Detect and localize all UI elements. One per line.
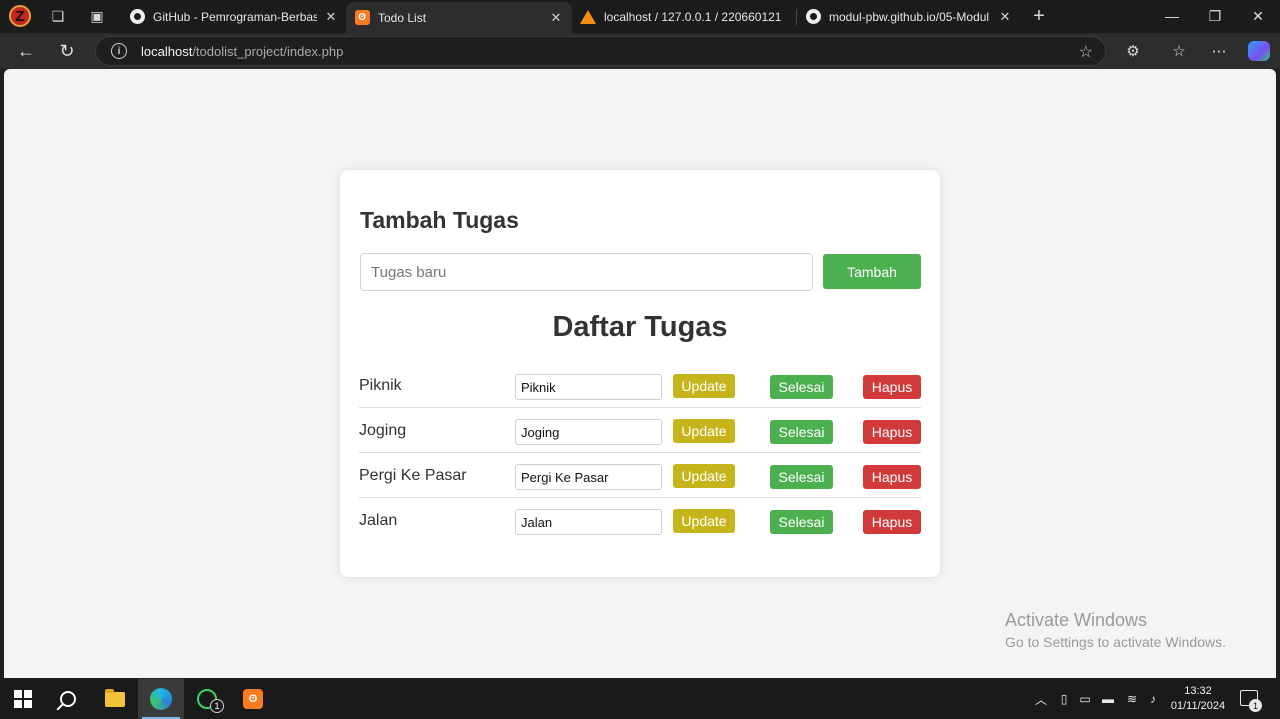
task-list-heading: Daftar Tugas	[552, 311, 728, 343]
close-icon[interactable]: ✕	[997, 9, 1013, 25]
watermark-title: Activate Windows	[1005, 610, 1148, 630]
minimize-button[interactable]: —	[1150, 0, 1194, 32]
add-task-button[interactable]: Tambah	[823, 254, 921, 289]
complete-button[interactable]: Selesai	[770, 375, 833, 399]
edge-icon	[150, 688, 172, 710]
github-icon	[805, 9, 821, 25]
task-list: Piknik Update Selesai Hapus Joging Updat…	[359, 363, 921, 543]
complete-button[interactable]: Selesai	[770, 420, 833, 444]
xampp-icon: ʘ	[243, 689, 263, 709]
tab-title: modul-pbw.github.io/05-Modul P	[829, 9, 991, 24]
more-menu-icon[interactable]: ⋯	[1208, 40, 1230, 62]
new-tab-button[interactable]: +	[1029, 5, 1049, 27]
browser-toolbar: ← ↻ i localhost/todolist_project/index.p…	[0, 33, 1280, 69]
display-icon[interactable]: ▭	[1077, 691, 1093, 707]
task-row: Piknik Update Selesai Hapus	[359, 363, 921, 408]
wifi-icon[interactable]: ≋	[1124, 691, 1140, 707]
task-row: Jalan Update Selesai Hapus	[359, 498, 921, 543]
edge-button[interactable]	[138, 679, 184, 719]
close-icon[interactable]: ✕	[548, 10, 564, 26]
clock-date: 01/11/2024	[1170, 700, 1226, 712]
volume-icon[interactable]: ♪	[1145, 691, 1161, 707]
task-row: Joging Update Selesai Hapus	[359, 408, 921, 453]
search-button[interactable]	[45, 679, 91, 719]
profile-z-icon[interactable]: Z	[9, 5, 31, 27]
task-edit-input[interactable]	[515, 374, 662, 400]
task-name: Joging	[359, 422, 407, 439]
file-explorer-button[interactable]	[92, 679, 138, 719]
page-viewport: Tambah Tugas Tambah Daftar Tugas Piknik …	[4, 69, 1276, 678]
tab-modul-pbw[interactable]: modul-pbw.github.io/05-Modul P ✕	[797, 2, 1021, 31]
github-icon	[129, 9, 145, 25]
device-icon[interactable]: ▯	[1056, 691, 1072, 707]
complete-button[interactable]: Selesai	[770, 465, 833, 489]
tab-todo-list[interactable]: ʘ Todo List ✕	[346, 2, 572, 33]
delete-button[interactable]: Hapus	[863, 465, 921, 489]
windows-taskbar: 1 ʘ ︿ ▯ ▭ ▬ ≋ ♪ 13:32 01/11/2024 1	[0, 679, 1280, 719]
xampp-button[interactable]: ʘ	[230, 679, 276, 719]
refresh-icon[interactable]: ↻	[54, 39, 80, 63]
task-row: Pergi Ke Pasar Update Selesai Hapus	[359, 453, 921, 498]
add-task-heading: Tambah Tugas	[360, 207, 519, 233]
task-edit-input[interactable]	[515, 419, 662, 445]
back-arrow-icon[interactable]: ←	[13, 39, 39, 63]
tab-title: Todo List	[378, 10, 427, 25]
tab-actions-icon[interactable]: ▣	[87, 6, 107, 26]
tab-github[interactable]: GitHub - Pemrograman-Berbasis- ✕	[121, 2, 347, 31]
tab-phpmyadmin[interactable]: localhost / 127.0.0.1 / 220660121	[572, 2, 796, 31]
phpmyadmin-icon	[580, 9, 596, 25]
update-button[interactable]: Update	[673, 374, 735, 398]
windows-logo-icon	[14, 690, 32, 708]
delete-button[interactable]: Hapus	[863, 420, 921, 444]
system-clock[interactable]: 13:32 01/11/2024	[1162, 684, 1234, 714]
clock-time: 13:32	[1184, 685, 1212, 697]
workspaces-icon[interactable]: ❏	[48, 6, 68, 26]
tab-strip: Z ❏ ▣ GitHub - Pemrograman-Berbasis- ✕ ʘ…	[0, 0, 1280, 33]
new-task-input[interactable]	[360, 253, 813, 291]
task-edit-input[interactable]	[515, 464, 662, 490]
folder-icon	[105, 688, 125, 707]
favorite-star-icon[interactable]: ☆	[1079, 42, 1093, 62]
battery-icon[interactable]: ▬	[1100, 691, 1116, 707]
tab-title: GitHub - Pemrograman-Berbasis-	[153, 9, 317, 24]
activate-windows-watermark: Activate Windows Go to Settings to activ…	[1005, 610, 1226, 650]
task-edit-input[interactable]	[515, 509, 662, 535]
watermark-subtitle: Go to Settings to activate Windows.	[1005, 634, 1226, 650]
update-button[interactable]: Update	[673, 464, 735, 488]
whatsapp-badge: 1	[210, 699, 224, 713]
search-icon	[60, 691, 76, 707]
tab-title: localhost / 127.0.0.1 / 220660121	[604, 9, 782, 24]
url-host: localhost	[141, 43, 193, 59]
complete-button[interactable]: Selesai	[770, 510, 833, 534]
notification-badge: 1	[1249, 699, 1262, 712]
todo-card: Tambah Tugas Tambah Daftar Tugas Piknik …	[340, 170, 940, 577]
chevron-up-icon[interactable]: ︿	[1033, 691, 1049, 707]
window-close-button[interactable]: ✕	[1236, 0, 1280, 32]
xampp-icon: ʘ	[354, 10, 370, 26]
extensions-icon[interactable]: ⚙	[1122, 40, 1144, 62]
update-button[interactable]: Update	[673, 509, 735, 533]
copilot-icon[interactable]	[1248, 41, 1270, 61]
task-name: Jalan	[359, 512, 398, 529]
task-name: Piknik	[359, 377, 402, 394]
update-button[interactable]: Update	[673, 419, 735, 443]
whatsapp-button[interactable]: 1	[184, 679, 230, 719]
close-icon[interactable]: ✕	[323, 9, 339, 25]
task-name: Pergi Ke Pasar	[359, 467, 467, 484]
start-button[interactable]	[0, 679, 46, 719]
favorites-icon[interactable]: ☆	[1168, 40, 1190, 62]
site-info-icon[interactable]: i	[111, 43, 127, 59]
url-path: /todolist_project/index.php	[192, 43, 344, 59]
restore-button[interactable]: ❐	[1193, 0, 1237, 32]
delete-button[interactable]: Hapus	[863, 375, 921, 399]
address-bar[interactable]: i localhost/todolist_project/index.php ☆	[95, 36, 1106, 66]
delete-button[interactable]: Hapus	[863, 510, 921, 534]
